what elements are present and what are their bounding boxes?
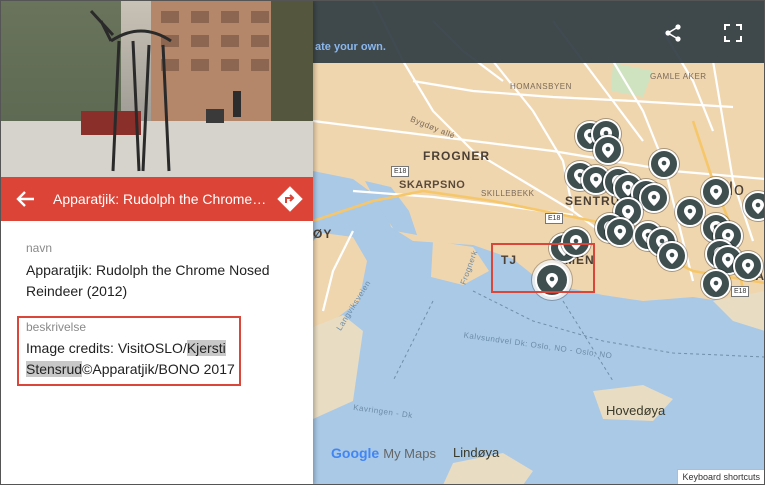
map-marker[interactable] — [639, 183, 669, 213]
field-value-navn: Apparatjik: Rudolph the Chrome Nosed Rei… — [26, 262, 270, 299]
road-badge-e18: E18 — [545, 213, 564, 224]
map-label-hovedoya: Hovedøya — [606, 403, 666, 418]
share-icon — [665, 24, 681, 42]
feature-details-panel: Apparatjik: Rudolph the Chrome … navn Ap… — [1, 1, 313, 484]
map-label-frogner: FROGNER — [423, 149, 490, 163]
map-top-bar: ate your own. — [313, 1, 764, 63]
map-marker[interactable] — [605, 217, 635, 247]
share-button[interactable] — [661, 21, 685, 45]
map-marker[interactable] — [733, 251, 763, 281]
map-subtitle: ate your own. — [315, 41, 386, 53]
map-label-oy: ØY — [313, 227, 333, 241]
field-label-navn: navn — [26, 241, 53, 255]
map-marker[interactable] — [649, 149, 679, 179]
image-credits-text: Image credits: VisitOSLO/ — [26, 340, 187, 356]
map-canvas[interactable]: HOMANSBYEN GAMLE AKER Bygdøy allé FROGNE… — [313, 1, 764, 484]
feature-header: Apparatjik: Rudolph the Chrome … — [1, 177, 313, 221]
map-marker[interactable] — [743, 191, 764, 221]
road-badge-e18: E18 — [391, 166, 410, 177]
map-marker[interactable] — [701, 269, 731, 299]
field-label-beskrivelse: beskrivelse — [26, 320, 87, 334]
field-value-beskrivelse: Image credits: VisitOSLO/Kjersti Stensru… — [26, 338, 238, 380]
pin-icon — [590, 172, 602, 188]
copyright-text: ©Apparatjik/BONO 2017 — [82, 361, 235, 377]
map-marker[interactable] — [657, 241, 687, 271]
feature-photo — [1, 1, 313, 177]
annotation-highlight-box — [491, 243, 595, 293]
keyboard-shortcuts-link[interactable]: Keyboard shortcuts — [677, 469, 764, 484]
map-marker[interactable] — [675, 197, 705, 227]
map-label-skillebekk: SKILLEBEKK — [481, 189, 535, 198]
google-my-maps-logo: Google My Maps — [331, 445, 436, 461]
fullscreen-icon — [724, 24, 742, 42]
pin-icon — [658, 156, 670, 172]
map-label-gamle-aker: GAMLE AKER — [650, 72, 707, 81]
map-marker[interactable] — [593, 135, 623, 165]
fullscreen-button[interactable] — [721, 21, 745, 45]
map-label-homansbyen: HOMANSBYEN — [510, 82, 572, 91]
pin-icon — [614, 224, 626, 240]
map-label-lindoya: Lindøya — [453, 445, 500, 460]
map-label-oslo-partial: lo — [729, 179, 746, 199]
back-arrow-icon — [16, 191, 34, 207]
pin-icon — [666, 248, 678, 264]
screenshot-frame: HOMANSBYEN GAMLE AKER Bygdøy allé FROGNE… — [0, 0, 765, 485]
directions-button[interactable] — [277, 186, 303, 212]
pin-icon — [710, 276, 722, 292]
pin-icon — [684, 204, 696, 220]
pin-icon — [752, 198, 764, 214]
directions-icon — [277, 186, 303, 212]
map-label-skarpsno: SKARPSNO — [399, 179, 466, 191]
map-marker[interactable] — [701, 177, 731, 207]
back-button[interactable] — [15, 188, 37, 210]
pin-icon — [742, 258, 754, 274]
road-badge-e18: E18 — [731, 286, 750, 297]
pin-icon — [710, 184, 722, 200]
my-maps-label: My Maps — [383, 446, 436, 461]
pin-icon — [648, 190, 660, 206]
google-logo: Google — [331, 445, 380, 461]
feature-title: Apparatjik: Rudolph the Chrome … — [53, 191, 269, 207]
pin-icon — [602, 142, 614, 158]
